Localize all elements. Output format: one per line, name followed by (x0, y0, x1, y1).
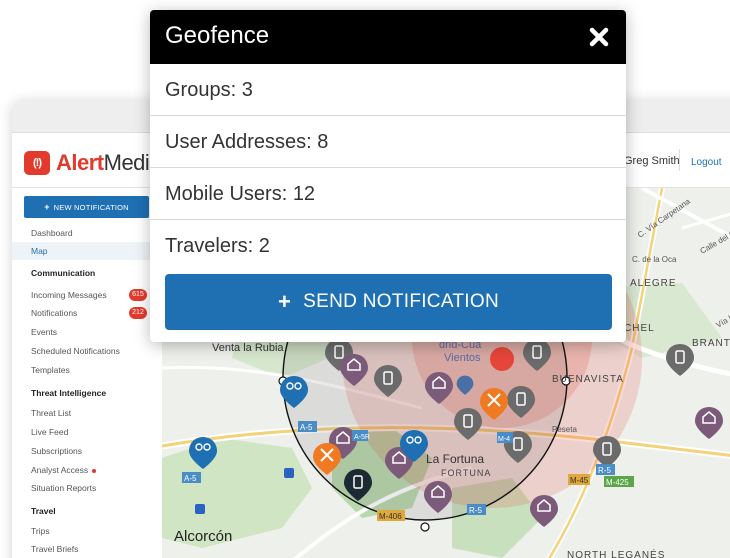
place-label: NORTH LEGANÉS (567, 548, 665, 558)
sidebar-item-scheduled-notifications[interactable]: Scheduled Notifications (12, 342, 162, 360)
place-label: ALEGRE (630, 278, 677, 289)
sidebar-item-incoming-messages[interactable]: Incoming Messages 615 (12, 286, 162, 304)
sidebar-item-travel-briefs[interactable]: Travel Briefs (12, 540, 162, 558)
sidebar-item-subscriptions[interactable]: Subscriptions (12, 442, 162, 460)
modal-header: Geofence (150, 10, 626, 64)
alert-logo-icon: (!) (24, 151, 50, 175)
geofence-handle[interactable] (420, 522, 430, 532)
sidebar-item-events[interactable]: Events (12, 323, 162, 341)
sidebar-item-trips[interactable]: Trips (12, 522, 162, 540)
new-notification-label: NEW NOTIFICATION (53, 202, 129, 212)
place-label: FORTUNA (441, 468, 491, 478)
place-label: Peseta (552, 425, 577, 434)
logout-link[interactable]: Logout (691, 157, 722, 168)
user-name[interactable]: Greg Smith (624, 155, 680, 167)
place-label: CHEL (624, 323, 655, 334)
sidebar-item-analyst-access[interactable]: Analyst Access (12, 461, 162, 479)
sidebar-item-dashboard[interactable]: Dashboard (12, 224, 162, 242)
road-shield-label: A-5 (300, 423, 313, 432)
sidebar-item-notifications[interactable]: Notifications 212 (12, 304, 162, 322)
nav-heading-threat-intelligence: Threat Intelligence (31, 388, 107, 398)
road-shield-label: M-4 (498, 436, 510, 443)
sidebar-item-live-feed[interactable]: Live Feed (12, 423, 162, 441)
plus-icon: + (44, 202, 50, 212)
road-shield-label: A-5R (354, 434, 370, 441)
notifications-badge: 212 (129, 307, 147, 319)
sidebar-item-map[interactable]: Map (12, 242, 162, 260)
logo-text: AlertMedia (56, 150, 162, 176)
plus-icon: + (278, 289, 292, 314)
sidebar-item-label: Notifications (31, 308, 78, 318)
road-shield-label: R-5 (469, 506, 482, 515)
sidebar-item-label: Incoming Messages (31, 290, 107, 300)
sidebar-item-threat-list[interactable]: Threat List (12, 404, 162, 422)
send-notification-button[interactable]: + SEND NOTIFICATION (165, 274, 612, 330)
sidebar-item-templates[interactable]: Templates (12, 361, 162, 379)
road-shield-label: M-45 (570, 476, 589, 485)
place-label: BRANTES (692, 338, 730, 349)
mobile-users-row: Mobile Users: 12 (150, 168, 626, 220)
new-notification-button[interactable]: + NEW NOTIFICATION (24, 196, 149, 218)
incident-marker[interactable] (490, 347, 514, 371)
road-shield-label: M-425 (606, 478, 629, 487)
nav-heading-travel: Travel (31, 506, 56, 516)
road-shield-label: A-5 (184, 474, 197, 483)
transit-icon (284, 468, 294, 478)
incoming-messages-badge: 615 (129, 289, 147, 301)
place-label: BUENAVISTA (552, 374, 624, 385)
logo-text-strong: Alert (56, 150, 104, 175)
user-addresses-row: User Addresses: 8 (150, 116, 626, 168)
close-button[interactable] (586, 24, 612, 50)
groups-row: Groups: 3 (150, 64, 626, 116)
sidebar-item-label: Analyst Access (31, 465, 89, 475)
transit-icon (195, 504, 205, 514)
alert-dot-icon (92, 468, 97, 473)
modal-title: Geofence (165, 22, 270, 49)
place-label: Venta la Rubia (212, 342, 284, 354)
street-label: C. de la Oca (632, 255, 677, 264)
place-label: Vientos (444, 352, 481, 364)
travelers-row: Travelers: 2 (165, 235, 270, 257)
sidebar: + NEW NOTIFICATION Dashboard Map Communi… (12, 188, 162, 558)
road-shield-label: R-5 (598, 466, 611, 475)
place-label: Alcorcón (174, 528, 232, 545)
road-shield-label: M-406 (379, 512, 402, 521)
send-notification-label: SEND NOTIFICATION (303, 291, 499, 312)
sidebar-item-situation-reports[interactable]: Situation Reports (12, 479, 162, 497)
place-label: La Fortuna (426, 452, 484, 466)
nav-heading-communication: Communication (31, 268, 96, 278)
alertmedia-logo[interactable]: (!) AlertMedia (24, 150, 162, 176)
top-divider (679, 149, 680, 171)
close-icon (589, 27, 609, 47)
geofence-modal: Geofence Groups: 3 User Addresses: 8 Mob… (150, 10, 626, 342)
